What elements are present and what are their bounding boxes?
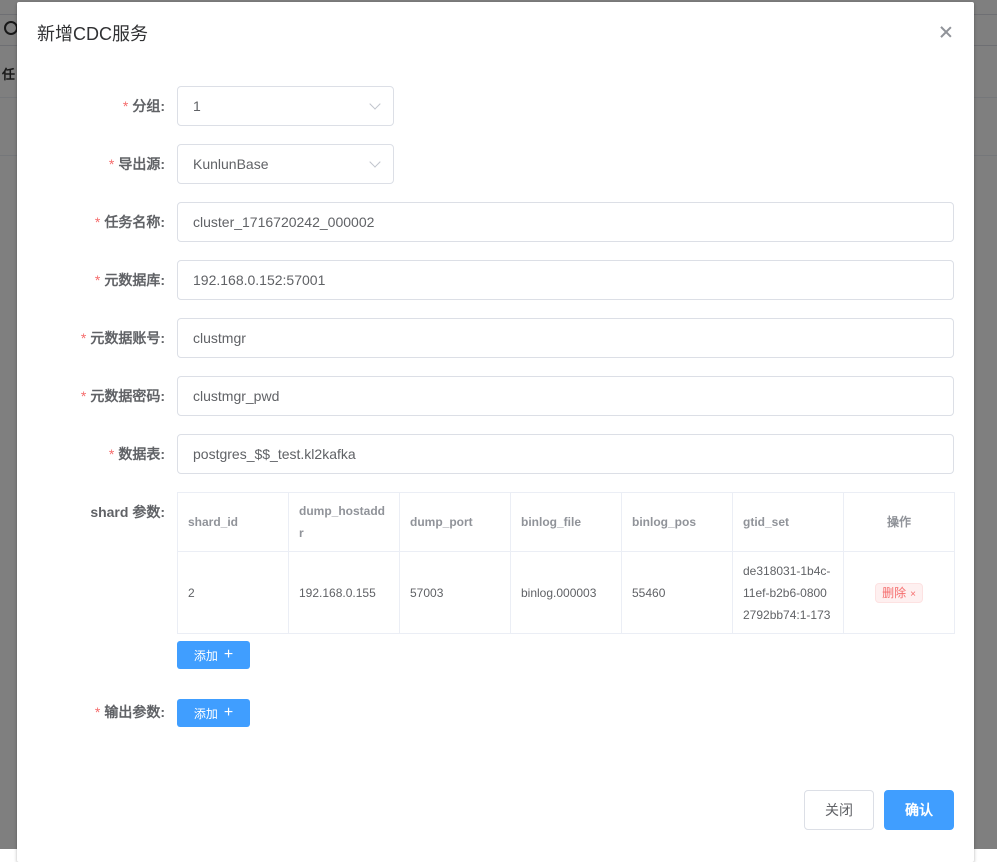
add-output-button-label: 添加 <box>193 706 218 721</box>
add-output-button[interactable]: 添加 + <box>177 699 250 727</box>
chevron-down-icon <box>369 98 381 110</box>
meta-db-input[interactable]: 192.168.0.152:57001 <box>177 260 954 300</box>
data-table-label: * 数据表: <box>108 446 165 462</box>
confirm-button[interactable]: 确认 <box>884 790 954 830</box>
group-select[interactable]: 1 <box>177 86 394 126</box>
dialog-title: 新增CDC服务 <box>37 24 148 44</box>
delete-row-tag[interactable]: 删除 × <box>875 582 923 603</box>
plus-icon: + <box>223 646 234 663</box>
shard-params-label: shard 参数: <box>90 504 165 520</box>
close-button[interactable]: 关闭 <box>804 790 874 830</box>
add-shard-button-label: 添加 <box>193 648 218 663</box>
meta-user-input[interactable]: clustmgr <box>177 318 954 358</box>
add-shard-button[interactable]: 添加 + <box>177 641 250 669</box>
group-label: * 分组: <box>122 98 165 114</box>
column-header-shard-id: shard_id <box>177 492 289 552</box>
task-name-input[interactable]: cluster_1716720242_000002 <box>177 202 954 242</box>
cell-actions: 删除 × <box>843 551 955 634</box>
cell-binlog-file[interactable]: binlog.000003 <box>510 551 622 634</box>
close-icon[interactable]: × <box>910 589 916 600</box>
task-name-label: * 任务名称: <box>94 214 165 230</box>
cell-binlog-pos[interactable]: 55460 <box>621 551 733 634</box>
plus-icon: + <box>223 704 234 721</box>
chevron-down-icon <box>369 156 381 168</box>
column-header-dump-port: dump_port <box>399 492 511 552</box>
add-cdc-service-dialog: 新增CDC服务 * 分组: 1 * 导出源: KunlunBase * 任务名称: c… <box>17 2 974 862</box>
source-select[interactable]: KunlunBase <box>177 144 394 184</box>
delete-tag-label: 删除 <box>882 585 907 600</box>
column-header-dump-hostaddr: dump_hostaddr <box>288 492 400 552</box>
meta-user-label: * 元数据账号: <box>80 330 165 346</box>
output-params-label: * 输出参数: <box>94 704 165 720</box>
meta-password-label: * 元数据密码: <box>80 388 165 404</box>
source-select-value: KunlunBase <box>193 156 269 172</box>
table-header-row: shard_id dump_hostaddr dump_port binlog_… <box>177 492 955 552</box>
source-label: * 导出源: <box>108 156 165 172</box>
column-header-actions: 操作 <box>843 492 955 552</box>
meta-db-label: * 元数据库: <box>94 272 165 288</box>
column-header-binlog-pos: binlog_pos <box>621 492 733 552</box>
cell-dump-port[interactable]: 57003 <box>399 551 511 634</box>
meta-password-input[interactable]: clustmgr_pwd <box>177 376 954 416</box>
cell-dump-hostaddr[interactable]: 192.168.0.155 <box>288 551 400 634</box>
data-table-input[interactable]: postgres_$$_test.kl2kafka <box>177 434 954 474</box>
cell-shard-id[interactable]: 2 <box>177 551 289 634</box>
close-icon[interactable] <box>938 24 954 40</box>
column-header-binlog-file: binlog_file <box>510 492 622 552</box>
table-row: 2 192.168.0.155 57003 binlog.000003 5546… <box>177 551 955 634</box>
group-select-value: 1 <box>193 98 201 114</box>
column-header-gtid-set: gtid_set <box>732 492 844 552</box>
cell-gtid-set[interactable]: de318031-1b4c-11ef-b2b6-08002792bb74:1-1… <box>732 551 844 634</box>
shard-params-table: shard_id dump_hostaddr dump_port binlog_… <box>177 492 955 634</box>
